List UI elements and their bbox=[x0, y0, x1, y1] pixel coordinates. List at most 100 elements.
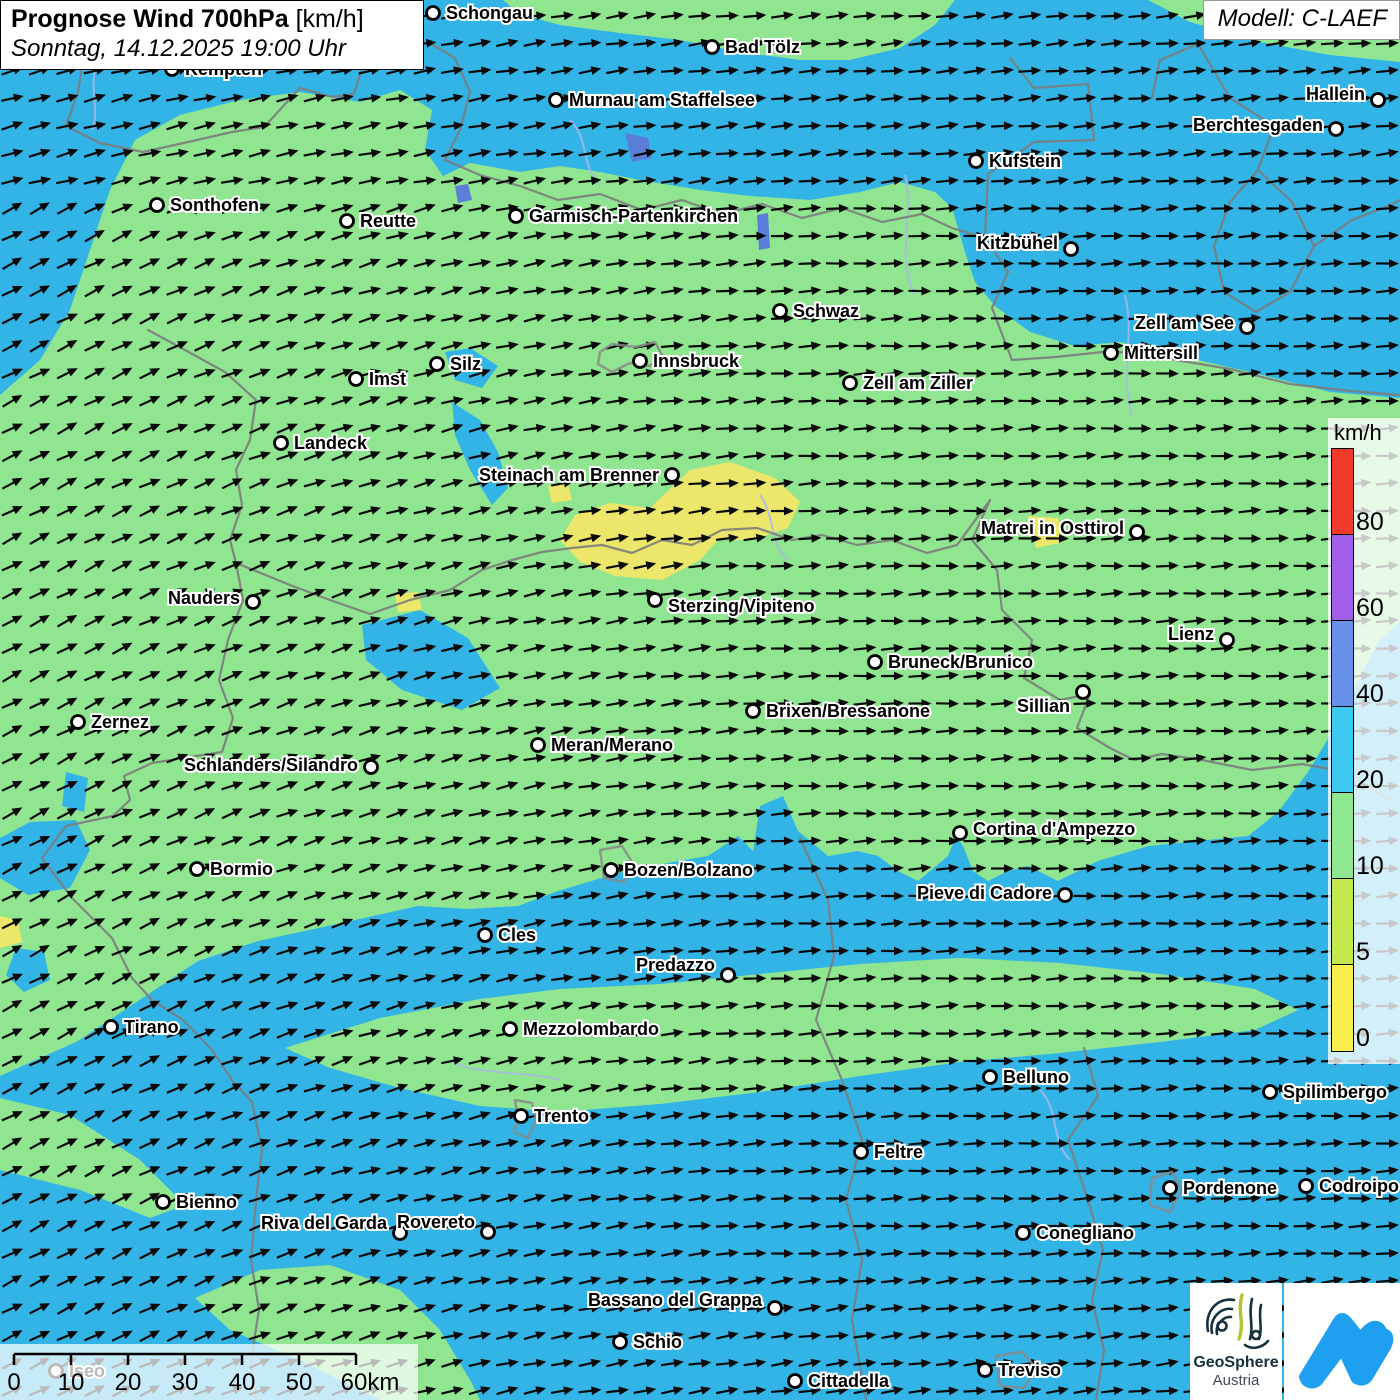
city-label: Bassano del Grappa bbox=[588, 1290, 763, 1310]
city-marker bbox=[1164, 1182, 1177, 1195]
city-label: Treviso bbox=[998, 1360, 1061, 1380]
legend-tick-label: 0 bbox=[1356, 1024, 1370, 1053]
city-marker bbox=[1330, 123, 1343, 136]
legend-segment bbox=[1332, 879, 1353, 965]
legend-segment bbox=[1332, 449, 1353, 535]
city-label: Schwaz bbox=[793, 301, 859, 321]
city-label: Silz bbox=[450, 354, 481, 374]
city-marker bbox=[515, 1110, 528, 1123]
city-label: Rovereto bbox=[397, 1212, 475, 1232]
map-title: Prognose Wind 700hPa [km/h] bbox=[11, 5, 413, 34]
city-label: Cittadella bbox=[808, 1371, 890, 1391]
legend-segment bbox=[1332, 707, 1353, 793]
city-marker bbox=[666, 469, 679, 482]
wind-forecast-map-page: SchongauBad TölzKemptenMurnau am Staffel… bbox=[0, 0, 1400, 1400]
city-label: Pieve di Cadore bbox=[917, 883, 1052, 903]
city-marker bbox=[706, 41, 719, 54]
city-label: Brixen/Bressanone bbox=[766, 701, 930, 721]
city-marker bbox=[72, 716, 85, 729]
city-label: Codroipo bbox=[1319, 1176, 1399, 1196]
city-label: Bad Tölz bbox=[725, 37, 800, 57]
city-marker bbox=[1059, 889, 1072, 902]
legend-segment bbox=[1332, 535, 1353, 621]
city-label: Riva del Garda bbox=[261, 1213, 388, 1233]
city-label: Landeck bbox=[294, 433, 368, 453]
city-label: Steinach am Brenner bbox=[479, 465, 659, 485]
geosphere-logo: GeoSphere Austria bbox=[1190, 1283, 1282, 1400]
city-marker bbox=[649, 594, 662, 607]
scale-tick-label: 30 bbox=[172, 1369, 199, 1396]
legend-tick-label: 20 bbox=[1356, 766, 1384, 795]
legend-segment bbox=[1332, 621, 1353, 707]
city-label: Schio bbox=[633, 1332, 682, 1352]
city-label: Imst bbox=[369, 369, 406, 389]
city-label: Feltre bbox=[874, 1142, 923, 1162]
city-label: Trento bbox=[534, 1106, 589, 1126]
city-marker bbox=[479, 929, 492, 942]
city-label: Nauders bbox=[168, 588, 240, 608]
city-marker bbox=[1131, 526, 1144, 539]
city-marker bbox=[722, 969, 735, 982]
city-label: Sterzing/Vipiteno bbox=[668, 596, 815, 616]
legend-tick-label: 60 bbox=[1356, 594, 1384, 623]
mountain-cloud-logo bbox=[1284, 1283, 1400, 1400]
city-marker bbox=[365, 761, 378, 774]
city-label: Kufstein bbox=[989, 151, 1061, 171]
city-marker bbox=[504, 1023, 517, 1036]
title-box: Prognose Wind 700hPa [km/h] Sonntag, 14.… bbox=[0, 0, 424, 70]
city-marker bbox=[1105, 347, 1118, 360]
city-marker bbox=[855, 1146, 868, 1159]
city-marker bbox=[789, 1375, 802, 1388]
city-marker bbox=[970, 155, 983, 168]
city-marker bbox=[427, 7, 440, 20]
city-label: Bormio bbox=[210, 859, 273, 879]
scale-ruler: 0102030405060km bbox=[0, 1344, 418, 1400]
city-marker bbox=[431, 358, 444, 371]
city-marker bbox=[350, 373, 363, 386]
city-marker bbox=[247, 596, 260, 609]
city-label: Schongau bbox=[446, 3, 533, 23]
city-label: Reutte bbox=[360, 211, 416, 231]
weather-map: SchongauBad TölzKemptenMurnau am Staffel… bbox=[0, 0, 1400, 1400]
city-marker bbox=[1077, 686, 1090, 699]
city-marker bbox=[954, 827, 967, 840]
city-label: Kitzbühel bbox=[977, 233, 1058, 253]
city-marker bbox=[869, 656, 882, 669]
city-marker bbox=[984, 1071, 997, 1084]
city-marker bbox=[605, 864, 618, 877]
city-label: Bienno bbox=[176, 1192, 237, 1212]
city-marker bbox=[510, 210, 523, 223]
city-label: Conegliano bbox=[1036, 1223, 1134, 1243]
city-marker bbox=[275, 437, 288, 450]
city-marker bbox=[482, 1226, 495, 1239]
city-label: Zernez bbox=[91, 712, 149, 732]
city-label: Murnau am Staffelsee bbox=[569, 90, 755, 110]
city-label: Matrei in Osttirol bbox=[981, 518, 1124, 538]
city-label: Cles bbox=[498, 925, 536, 945]
city-marker bbox=[191, 863, 204, 876]
city-marker bbox=[1372, 94, 1385, 107]
city-marker bbox=[634, 355, 647, 368]
geosphere-logo-text: GeoSphere bbox=[1190, 1354, 1282, 1372]
city-label: Spilimbergo bbox=[1283, 1082, 1387, 1102]
legend-tick-label: 5 bbox=[1356, 938, 1370, 967]
legend-unit-label: km/h bbox=[1334, 420, 1382, 446]
city-marker bbox=[774, 305, 787, 318]
city-marker bbox=[341, 215, 354, 228]
scale-tick-label: 0 bbox=[7, 1369, 20, 1396]
scale-tick-label: 40 bbox=[229, 1369, 256, 1396]
legend-segment bbox=[1332, 965, 1353, 1051]
lake-achensee bbox=[757, 213, 770, 250]
scale-tick-label: 10 bbox=[58, 1369, 85, 1396]
city-label: Lienz bbox=[1168, 624, 1214, 644]
city-marker bbox=[532, 739, 545, 752]
geosphere-logo-subtext: Austria bbox=[1190, 1372, 1282, 1389]
city-label: Cortina d'Ampezzo bbox=[973, 819, 1135, 839]
city-label: Hallein bbox=[1306, 84, 1365, 104]
city-label: Mezzolombardo bbox=[523, 1019, 659, 1039]
city-marker bbox=[1264, 1086, 1277, 1099]
city-marker bbox=[151, 199, 164, 212]
city-marker bbox=[550, 94, 563, 107]
map-scale-bar: 0102030405060km bbox=[0, 1344, 418, 1400]
city-marker bbox=[844, 377, 857, 390]
